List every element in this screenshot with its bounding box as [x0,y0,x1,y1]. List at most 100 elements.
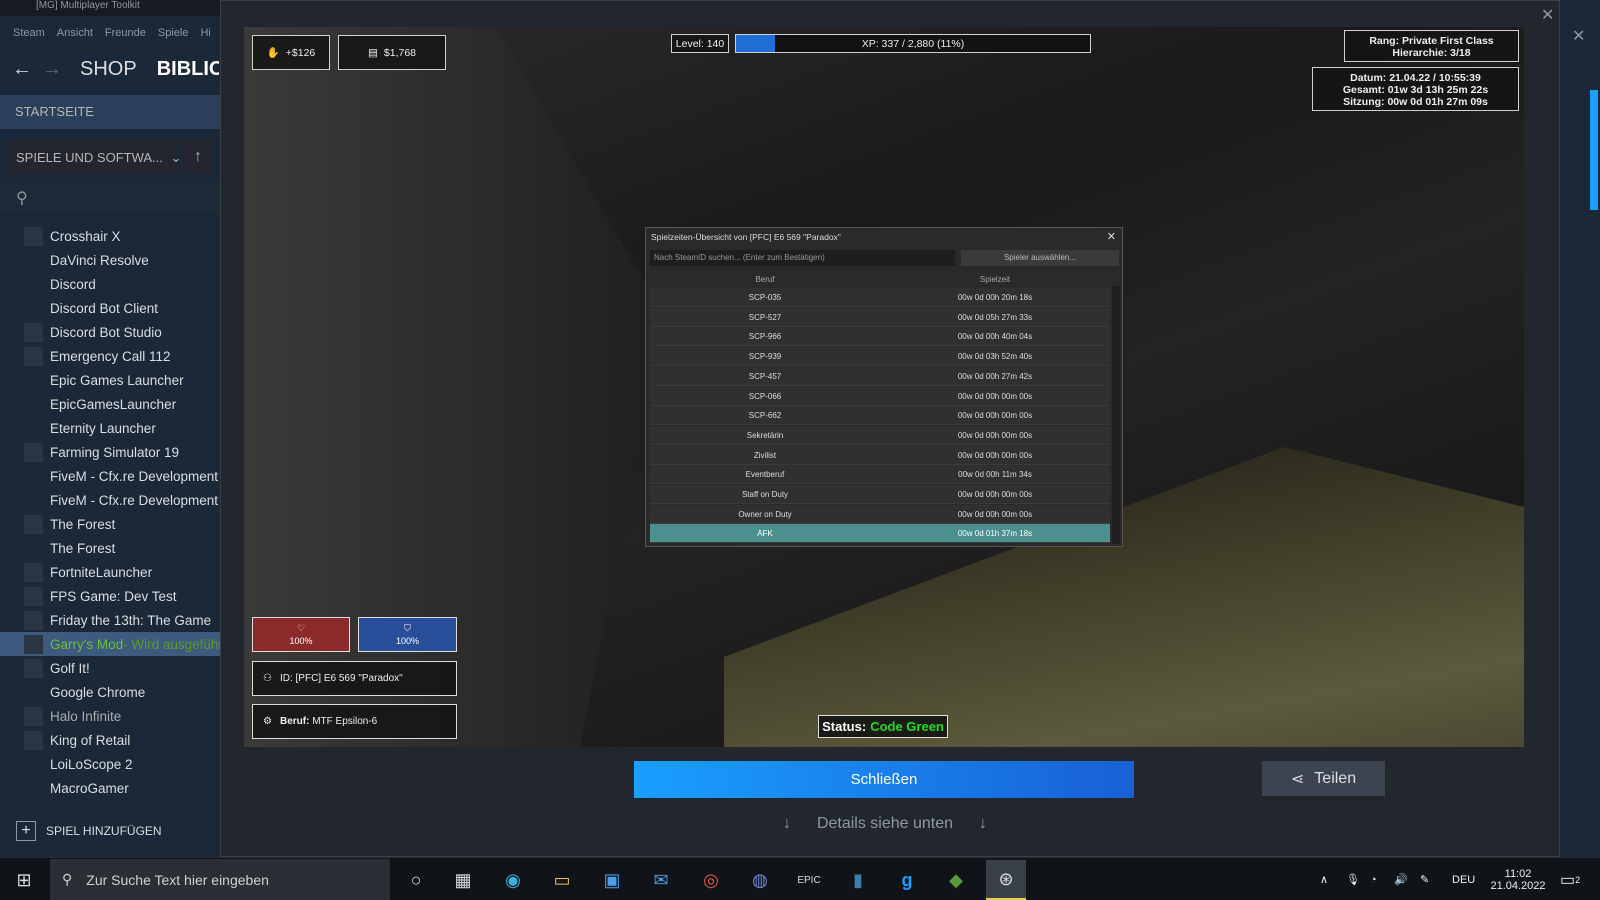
menu-spiele[interactable]: Spiele [158,27,189,39]
nav-library[interactable]: BIBLIOTHEK [157,58,219,81]
game-list-item[interactable]: Golf It! [0,656,220,680]
discord-icon[interactable]: ◍ [744,864,776,896]
game-list-item[interactable]: Google Chrome [0,680,220,704]
game-list-item[interactable]: MacroGamer [0,776,220,800]
row-job: AFK [757,529,773,539]
game-name: EpicGamesLauncher [50,396,177,412]
clock[interactable]: 11:02 21.04.2022 [1488,858,1548,900]
forward-arrow-icon[interactable]: → [42,58,66,81]
scrollbar[interactable] [1590,90,1598,210]
task-view-icon[interactable]: ▦ [447,864,479,896]
game-list-item[interactable]: Friday the 13th: The Game [0,608,220,632]
game-name: Garry's Mod [50,636,124,652]
game-name: Discord Bot Client [50,300,159,316]
back-arrow-icon[interactable]: ← [12,58,36,81]
game-list-item[interactable]: FiveM - Cfx.re Development [0,464,220,488]
game-list-item[interactable]: EpicGamesLauncher [0,392,220,416]
game-list-item[interactable]: FortniteLauncher [0,560,220,584]
notification-icon[interactable]: ▭ 2 [1560,858,1580,900]
home-button[interactable]: STARTSEITE [0,95,220,129]
game-list-item[interactable]: Farming Simulator 19 [0,440,220,464]
dialog-scrollbar[interactable] [1112,286,1120,544]
store-icon[interactable]: ▣ [596,864,628,896]
table-row[interactable]: SCP-527 00w 0d 05h 27m 33s [650,307,1110,327]
game-name: Discord [50,276,96,292]
game-list-item[interactable]: FPS Game: Dev Test [0,584,220,608]
windows-start-icon[interactable]: ⊞ [8,864,40,896]
table-row[interactable]: AFK 00w 0d 01h 37m 18s [650,524,1110,544]
chrome-icon[interactable]: ◎ [695,864,727,896]
garrys-mod-icon[interactable]: g [891,864,923,896]
close-icon[interactable]: ✕ [1541,5,1554,25]
wifi-icon[interactable]: ◔ [1370,858,1377,900]
table-row[interactable]: Staff on Duty 00w 0d 00h 00m 00s [650,485,1110,504]
language-indicator[interactable]: DEU [1452,858,1475,900]
game-list-item[interactable]: Halo Infinite [0,704,220,728]
window-close-icon[interactable]: ✕ [1572,26,1585,46]
app-icon[interactable]: ▮ [842,864,874,896]
game-name: Farming Simulator 19 [50,444,180,460]
menu-steam[interactable]: Steam [13,27,45,39]
table-row[interactable]: SCP-066 00w 0d 00h 00m 00s [650,386,1110,406]
game-list-item[interactable]: Crosshair X [0,224,220,248]
game-list-item[interactable]: Discord Bot Studio [0,320,220,344]
sort-button[interactable]: ↑ [182,140,214,174]
steamid-search-input[interactable]: Nach SteamID suchen... (Enter zum Bestät… [650,250,955,266]
tray-chevron-icon[interactable]: ∧ [1320,858,1328,900]
game-list-item[interactable]: DaVinci Resolve [0,248,220,272]
explorer-icon[interactable]: ▭ [546,864,578,896]
menu-hilfe[interactable]: Hilfe [200,27,210,39]
library-filter-dropdown[interactable]: SPIELE UND SOFTWA... ⌄ [6,140,181,174]
table-row[interactable]: SCP-966 00w 0d 00h 40m 04s [650,327,1110,347]
game-list-item[interactable]: The Forest [0,512,220,536]
minecraft-icon[interactable]: ◆ [940,864,972,896]
dialog-close-icon[interactable]: ✕ [1107,230,1116,243]
table-row[interactable]: SCP-939 00w 0d 03h 52m 40s [650,347,1110,367]
volume-icon[interactable]: 🔊 [1394,858,1408,900]
row-job: SCP-662 [748,411,782,421]
money-total: $1,768 [383,46,417,59]
table-row[interactable]: SCP-035 00w 0d 00h 20m 18s [650,288,1110,307]
mic-icon[interactable]: 🎙 [1346,858,1360,900]
down-arrow-icon: ↓ [782,815,791,832]
pen-icon[interactable]: ✎ [1420,858,1429,900]
game-list-item[interactable]: The Forest [0,536,220,560]
add-game-button[interactable]: + SPIEL HINZUFÜGEN [0,816,220,846]
game-icon [24,442,43,462]
game-list-item[interactable]: Epic Games Launcher [0,368,220,392]
share-button[interactable]: ⋖ Teilen [1262,761,1385,796]
table-row[interactable]: SCP-662 00w 0d 00h 00m 00s [650,406,1110,426]
table-row[interactable]: SCP-457 00w 0d 00h 27m 42s [650,366,1110,386]
table-row[interactable]: Sekretärin 00w 0d 00h 00m 00s [650,425,1110,445]
details-link[interactable]: ↓ Details siehe unten ↓ [630,812,1140,836]
close-button[interactable]: Schließen [634,761,1134,798]
edge-icon[interactable]: ◉ [497,864,529,896]
cortana-icon[interactable]: ○ [400,864,432,896]
nav-shop[interactable]: SHOP [80,58,137,81]
game-list-item[interactable]: Discord [0,272,220,296]
epic-games-icon[interactable]: EPIC [793,864,825,896]
game-list-item[interactable]: Discord Bot Client [0,296,220,320]
game-list-item[interactable]: LoiLoScope 2 [0,752,220,776]
menu-ansicht[interactable]: Ansicht [57,27,93,39]
table-row[interactable]: Zivilist 00w 0d 00h 00m 00s [650,445,1110,465]
select-player-button[interactable]: Spieler auswählen... [961,250,1119,266]
game-list-item[interactable]: FiveM - Cfx.re Development [0,488,220,512]
table-row[interactable]: Eventberuf 00w 0d 00h 11m 34s [650,465,1110,485]
game-list-item[interactable]: Emergency Call 112 [0,344,220,368]
game-list-item[interactable]: Eternity Launcher [0,416,220,440]
menu-freunde[interactable]: Freunde [105,27,146,39]
game-list-item[interactable]: King of Retail [0,728,220,752]
steam-icon[interactable]: ⊛ [986,860,1026,900]
mail-icon[interactable]: ✉ [645,864,677,896]
game-name: Friday the 13th: The Game [50,612,212,628]
down-arrow-icon-2: ↓ [979,815,988,832]
money-delta-box: ✋ +$126 [252,35,330,70]
job-icon: ⚙ [263,716,272,727]
game-list-item[interactable]: Garry's Mod - Wird ausgeführt [0,632,220,656]
taskbar-search[interactable]: ⚲ Zur Suche Text hier eingeben [50,859,390,900]
steam-nav: ← → SHOP BIBLIOTHEK [0,52,220,86]
library-search[interactable]: ⚲ [0,182,220,212]
row-time: 00w 0d 00h 00m 00s [957,450,1033,460]
table-row[interactable]: Owner on Duty 00w 0d 00h 00m 00s [650,504,1110,524]
